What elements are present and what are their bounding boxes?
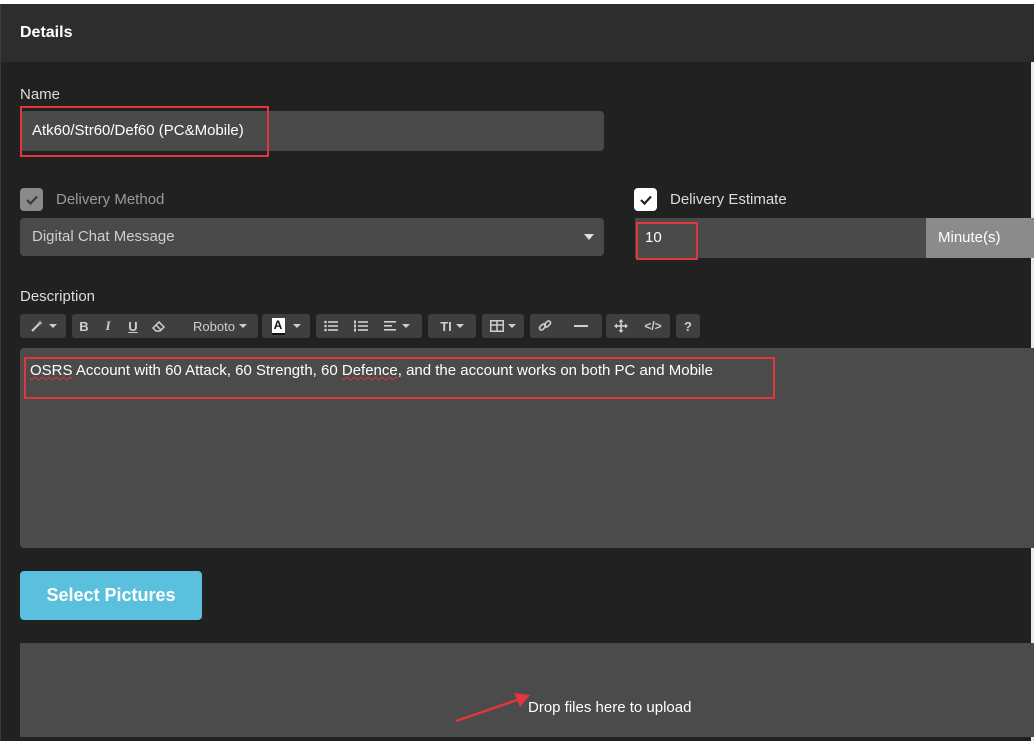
chevron-down-icon (584, 234, 594, 240)
unordered-list-button[interactable] (316, 314, 346, 338)
font-family-dropdown[interactable]: Roboto (182, 314, 258, 338)
align-icon (384, 321, 396, 331)
delivery-method-checkbox[interactable] (20, 188, 43, 211)
italic-button[interactable]: I (96, 314, 120, 338)
unordered-list-icon (324, 320, 338, 332)
description-text-part: , and the account works on both PC and M… (397, 362, 713, 379)
bold-button[interactable]: B (72, 314, 96, 338)
help-button[interactable]: ? (676, 314, 700, 338)
table-dropdown[interactable] (482, 314, 524, 338)
magic-wand-icon (31, 320, 43, 332)
chevron-down-icon (402, 324, 410, 328)
panel-header: Details (1, 4, 1034, 62)
color-picker-button[interactable]: A (262, 314, 310, 338)
delivery-method-label: Delivery Method (56, 191, 165, 208)
checkmark-icon (25, 195, 38, 205)
arrows-move-icon (614, 319, 628, 333)
eraser-icon (152, 320, 166, 332)
ordered-list-icon (354, 320, 368, 332)
ordered-list-button[interactable] (346, 314, 376, 338)
chevron-down-icon (49, 324, 57, 328)
underline-button[interactable]: U (120, 314, 146, 338)
description-text-part: Defence (341, 362, 398, 379)
name-label: Name (20, 86, 61, 103)
chevron-down-icon (455, 324, 464, 328)
toolbar-group-paragraph (316, 314, 422, 338)
checkmark-icon (639, 195, 652, 205)
delivery-estimate-label: Delivery Estimate (670, 191, 787, 208)
horizontal-rule-button[interactable] (560, 314, 602, 338)
delivery-estimate-unit: Minute(s) (926, 218, 1034, 258)
toolbar-group-help: ? (676, 314, 700, 338)
toolbar-group-format: B I U (72, 314, 198, 338)
description-text-part: Account with 60 Attack, 60 Strength, 60 (72, 362, 342, 379)
description-text-part: OSRS (30, 362, 73, 379)
link-icon (538, 320, 552, 331)
file-dropzone[interactable]: Drop files here to upload (20, 643, 1034, 737)
description-label: Description (20, 288, 96, 305)
toolbar-group-style (20, 314, 66, 338)
delivery-method-value: Digital Chat Message (32, 228, 175, 245)
select-pictures-button[interactable]: Select Pictures (20, 571, 202, 620)
font-size-dropdown[interactable]: TI (428, 314, 476, 338)
delivery-estimate-checkbox[interactable] (634, 188, 657, 211)
panel-title: Details (20, 24, 73, 41)
code-view-button[interactable]: </> (636, 314, 670, 338)
delivery-method-select[interactable]: Digital Chat Message (20, 218, 604, 256)
chevron-down-icon (238, 324, 247, 328)
magic-wand-button[interactable] (20, 314, 66, 338)
toolbar-group-size: TI (428, 314, 476, 338)
table-icon (490, 320, 504, 332)
dropzone-text: Drop files here to upload (528, 699, 692, 716)
horizontal-rule-icon (574, 325, 588, 327)
align-dropdown[interactable] (376, 314, 418, 338)
toolbar-group-view: </> (606, 314, 670, 338)
description-editor[interactable]: OSRS Account with 60 Attack, 60 Strength… (20, 348, 1034, 548)
link-button[interactable] (530, 314, 560, 338)
text-color-swatch: A (271, 317, 285, 335)
red-arrow-annotation (455, 693, 530, 723)
name-input[interactable]: Atk60/Str60/Def60 (PC&Mobile) (20, 111, 604, 151)
toolbar-group-insert (530, 314, 602, 338)
eraser-button[interactable] (146, 314, 172, 338)
chevron-down-icon (292, 324, 301, 328)
description-text: OSRS Account with 60 Attack, 60 Strength… (30, 362, 713, 379)
font-size-label: TI (440, 318, 452, 334)
delivery-estimate-input[interactable]: 10 (635, 218, 927, 258)
fullscreen-button[interactable] (606, 314, 636, 338)
chevron-down-icon (508, 324, 516, 328)
toolbar-group-font: Roboto (182, 314, 258, 338)
font-family-label: Roboto (193, 318, 235, 334)
toolbar-group-table (482, 314, 524, 338)
toolbar-group-color: A (262, 314, 310, 338)
